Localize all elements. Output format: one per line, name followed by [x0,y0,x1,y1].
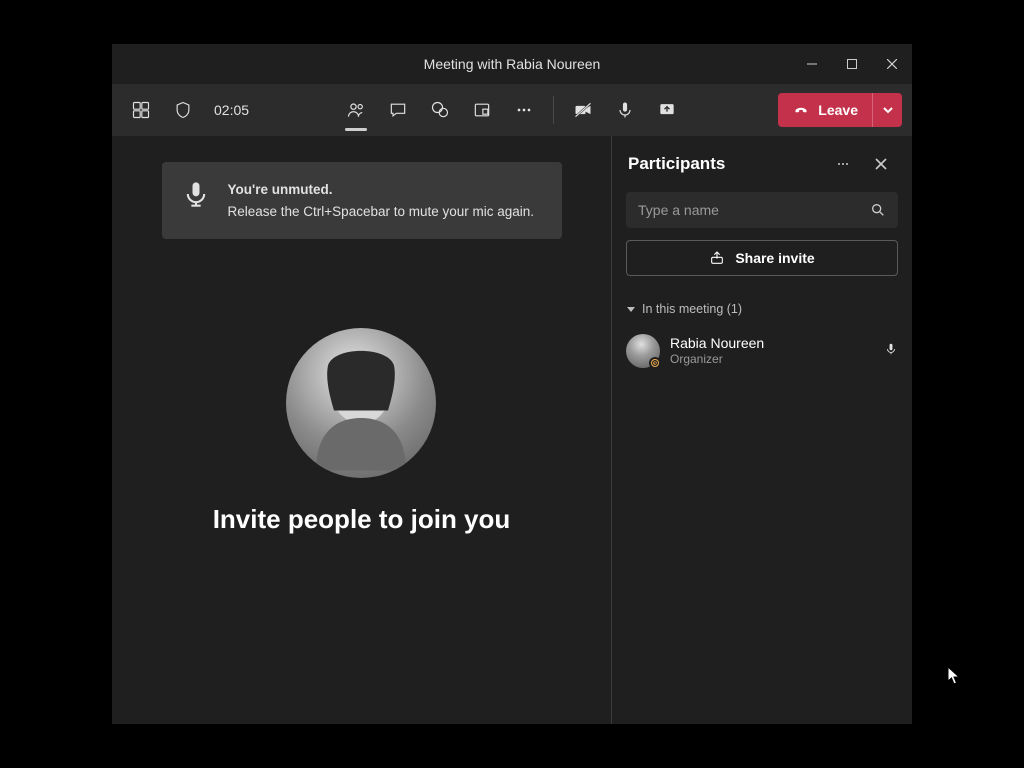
presence-badge [649,357,661,369]
toast-title: You're unmuted. [228,180,542,200]
panel-header: Participants [612,136,912,192]
stage-center: Invite people to join you [213,239,511,724]
meeting-window: Meeting with Rabia Noureen 02:05 [112,44,912,724]
leave-label: Leave [818,102,858,118]
chevron-down-icon [882,104,894,116]
meeting-toolbar: 02:05 Leave [112,84,912,136]
toast-text: Release the Ctrl+Spacebar to mute your m… [228,204,535,219]
chat-button[interactable] [379,91,417,129]
leave-group: Leave [778,93,902,127]
titlebar: Meeting with Rabia Noureen [112,44,912,84]
leave-dropdown-button[interactable] [872,93,902,127]
panel-title: Participants [628,154,820,174]
meeting-timer: 02:05 [206,102,257,118]
mic-icon [182,180,210,213]
caret-down-icon [626,304,636,314]
panel-more-button[interactable] [828,149,858,179]
toolbar-divider [553,96,554,124]
rooms-button[interactable] [463,91,501,129]
reactions-button[interactable] [421,91,459,129]
panel-content: Share invite In this meeting (1) Rabia N… [612,192,912,374]
toast-body: You're unmuted. Release the Ctrl+Spaceba… [228,180,542,221]
participant-avatar [626,334,660,368]
share-icon [709,250,725,266]
close-button[interactable] [872,44,912,84]
window-controls [792,44,912,84]
participant-role: Organizer [670,352,874,367]
mouse-cursor [947,666,961,686]
maximize-button[interactable] [832,44,872,84]
meeting-body: You're unmuted. Release the Ctrl+Spaceba… [112,136,912,724]
window-title: Meeting with Rabia Noureen [424,56,601,72]
shield-icon[interactable] [164,91,202,129]
clock-icon [652,360,658,366]
self-avatar [286,328,436,478]
share-screen-button[interactable] [648,91,686,129]
participant-name: Rabia Noureen [670,335,874,353]
meeting-stage: You're unmuted. Release the Ctrl+Spaceba… [112,136,612,724]
section-label: In this meeting (1) [642,302,742,316]
share-invite-label: Share invite [735,250,814,266]
participant-row[interactable]: Rabia Noureen Organizer [626,328,898,374]
hangup-icon [792,101,810,119]
invite-heading: Invite people to join you [213,504,511,535]
participant-info: Rabia Noureen Organizer [670,335,874,368]
mic-button[interactable] [606,91,644,129]
leave-button[interactable]: Leave [778,93,872,127]
panel-close-button[interactable] [866,149,896,179]
close-icon [873,156,889,172]
unmute-toast: You're unmuted. Release the Ctrl+Spaceba… [162,162,562,239]
gallery-view-button[interactable] [122,91,160,129]
minimize-button[interactable] [792,44,832,84]
participant-search[interactable] [626,192,898,228]
search-input[interactable] [638,202,870,218]
camera-button[interactable] [564,91,602,129]
participants-panel: Participants Share invite [612,136,912,724]
share-invite-button[interactable]: Share invite [626,240,898,276]
more-actions-button[interactable] [505,91,543,129]
search-icon [870,202,886,218]
participants-button[interactable] [337,91,375,129]
avatar-placeholder-icon [286,328,436,478]
participant-mic-icon [884,342,898,361]
section-header[interactable]: In this meeting (1) [626,302,898,316]
